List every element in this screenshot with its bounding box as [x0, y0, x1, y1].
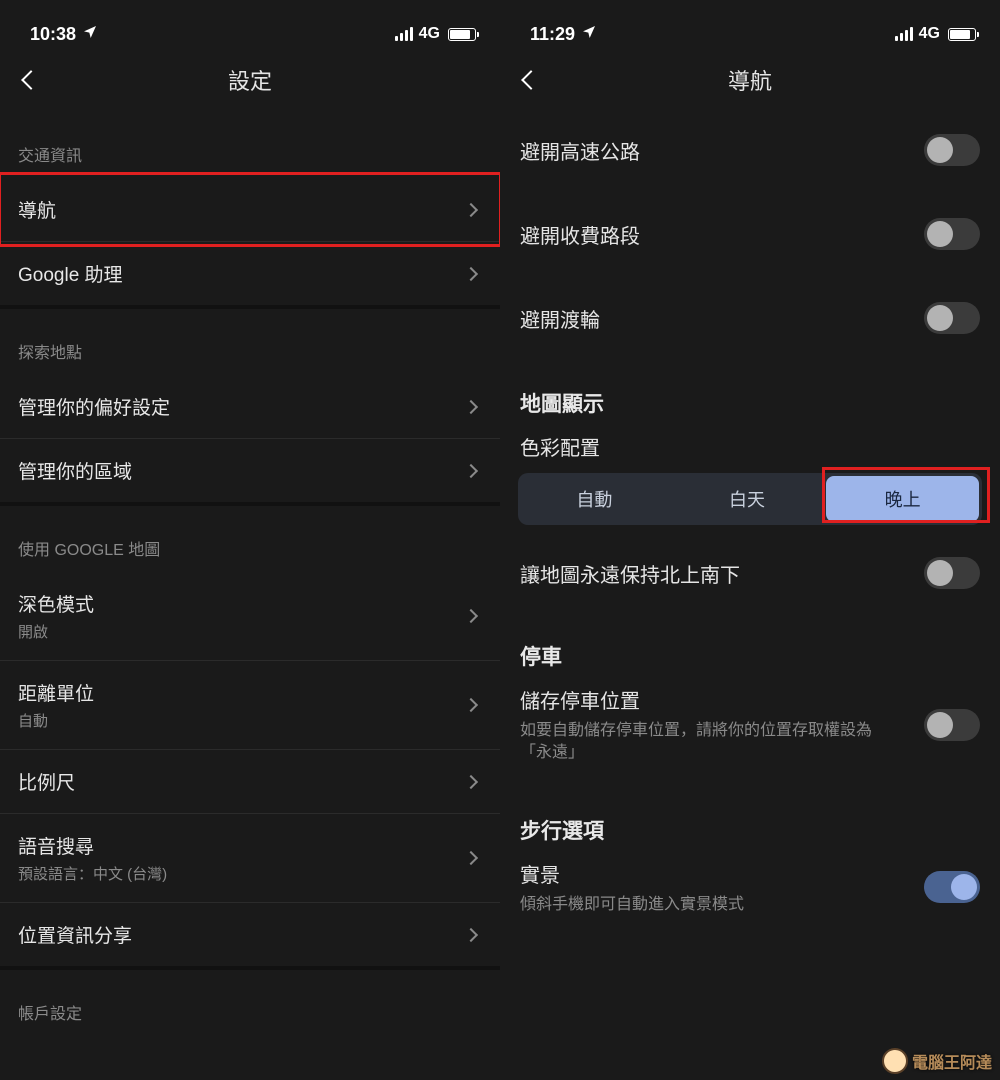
battery-icon [948, 28, 976, 41]
row-avoid-ferry: 避開渡輪 [500, 276, 1000, 360]
navbar: 設定 [0, 52, 500, 108]
chevron-right-icon [464, 463, 478, 477]
row-live-view: 實景 傾斜手機即可自動進入實景模式 [500, 859, 1000, 938]
network-label: 4G [919, 25, 940, 43]
location-arrow-icon [581, 24, 597, 45]
seg-night[interactable]: 晚上 [826, 476, 979, 522]
row-label: Google 助理 [18, 260, 123, 287]
row-voice-search[interactable]: 語音搜尋 預設語言：中文 (台灣) [0, 813, 500, 902]
row-label: 語音搜尋 [18, 832, 167, 859]
color-scheme-label: 色彩配置 [500, 432, 1000, 473]
toggle-keep-north[interactable] [924, 557, 980, 589]
row-google-assistant[interactable]: Google 助理 [0, 241, 500, 305]
section-header-using-maps: 使用 GOOGLE 地圖 [0, 502, 500, 572]
row-label: 避開收費路段 [520, 220, 640, 249]
row-sublabel: 自動 [18, 710, 94, 731]
toggle-live-view[interactable] [924, 871, 980, 903]
row-sublabel: 傾斜手機即可自動進入實景模式 [520, 894, 744, 916]
section-parking: 停車 [500, 613, 1000, 685]
row-areas[interactable]: 管理你的區域 [0, 438, 500, 502]
row-keep-north: 讓地圖永遠保持北上南下 [500, 533, 1000, 613]
screenshot-left: 10:38 4G 設定 交通資訊 導航 Google 助理 探索地點 管理你的偏… [0, 0, 500, 1080]
row-label: 比例尺 [18, 768, 75, 795]
status-time: 10:38 [30, 24, 76, 45]
page-title: 導航 [500, 64, 1000, 96]
row-location-sharing[interactable]: 位置資訊分享 [0, 902, 500, 966]
row-label: 深色模式 [18, 590, 94, 617]
toggle-avoid-toll[interactable] [924, 218, 980, 250]
chevron-right-icon [464, 266, 478, 280]
signal-icon [395, 27, 413, 41]
row-avoid-toll: 避開收費路段 [500, 192, 1000, 276]
section-header-account: 帳戶設定 [0, 966, 500, 1024]
row-label: 導航 [18, 196, 56, 223]
row-sublabel: 如要自動儲存停車位置，請將你的位置存取權設為「永遠」 [520, 720, 880, 765]
chevron-right-icon [464, 851, 478, 865]
row-label: 讓地圖永遠保持北上南下 [520, 559, 740, 588]
row-preferences[interactable]: 管理你的偏好設定 [0, 375, 500, 438]
seg-auto[interactable]: 自動 [518, 473, 671, 525]
row-navigation[interactable]: 導航 [0, 178, 500, 241]
row-dark-mode[interactable]: 深色模式 開啟 [0, 572, 500, 660]
battery-icon [448, 28, 476, 41]
watermark: 電腦王阿達 [882, 1048, 992, 1074]
toggle-avoid-highway[interactable] [924, 134, 980, 166]
row-label: 儲存停車位置 [520, 685, 880, 714]
status-bar: 11:29 4G [500, 0, 1000, 52]
signal-icon [895, 27, 913, 41]
network-label: 4G [419, 25, 440, 43]
chevron-right-icon [464, 774, 478, 788]
row-label: 避開渡輪 [520, 304, 600, 333]
chevron-right-icon [464, 698, 478, 712]
row-label: 位置資訊分享 [18, 921, 132, 948]
row-label: 管理你的偏好設定 [18, 393, 170, 420]
row-scale[interactable]: 比例尺 [0, 749, 500, 813]
watermark-text: 電腦王阿達 [912, 1049, 992, 1073]
row-label: 實景 [520, 859, 744, 888]
screenshot-right: 11:29 4G 導航 避開高速公路 避開收費路段 避開渡輪 地圖顯示 色彩配置… [500, 0, 1000, 1080]
avatar-icon [882, 1048, 908, 1074]
seg-day[interactable]: 白天 [671, 473, 824, 525]
section-header-traffic: 交通資訊 [0, 108, 500, 178]
row-avoid-highway: 避開高速公路 [500, 108, 1000, 192]
chevron-right-icon [464, 927, 478, 941]
chevron-right-icon [464, 609, 478, 623]
section-walking: 步行選項 [500, 787, 1000, 859]
toggle-save-parking[interactable] [924, 709, 980, 741]
chevron-right-icon [464, 202, 478, 216]
page-title: 設定 [0, 64, 500, 96]
row-label: 管理你的區域 [18, 457, 132, 484]
row-label: 避開高速公路 [520, 136, 640, 165]
row-save-parking: 儲存停車位置 如要自動儲存停車位置，請將你的位置存取權設為「永遠」 [500, 685, 1000, 787]
status-bar: 10:38 4G [0, 0, 500, 52]
row-distance-units[interactable]: 距離單位 自動 [0, 660, 500, 749]
status-time: 11:29 [530, 24, 575, 45]
section-header-explore: 探索地點 [0, 305, 500, 375]
row-sublabel: 預設語言：中文 (台灣) [18, 863, 167, 884]
section-map-display: 地圖顯示 [500, 360, 1000, 432]
segmented-color-scheme: 自動 白天 晚上 [518, 473, 982, 525]
row-sublabel: 開啟 [18, 621, 94, 642]
navbar: 導航 [500, 52, 1000, 108]
chevron-right-icon [464, 399, 478, 413]
row-label: 距離單位 [18, 679, 94, 706]
toggle-avoid-ferry[interactable] [924, 302, 980, 334]
location-arrow-icon [82, 24, 98, 45]
